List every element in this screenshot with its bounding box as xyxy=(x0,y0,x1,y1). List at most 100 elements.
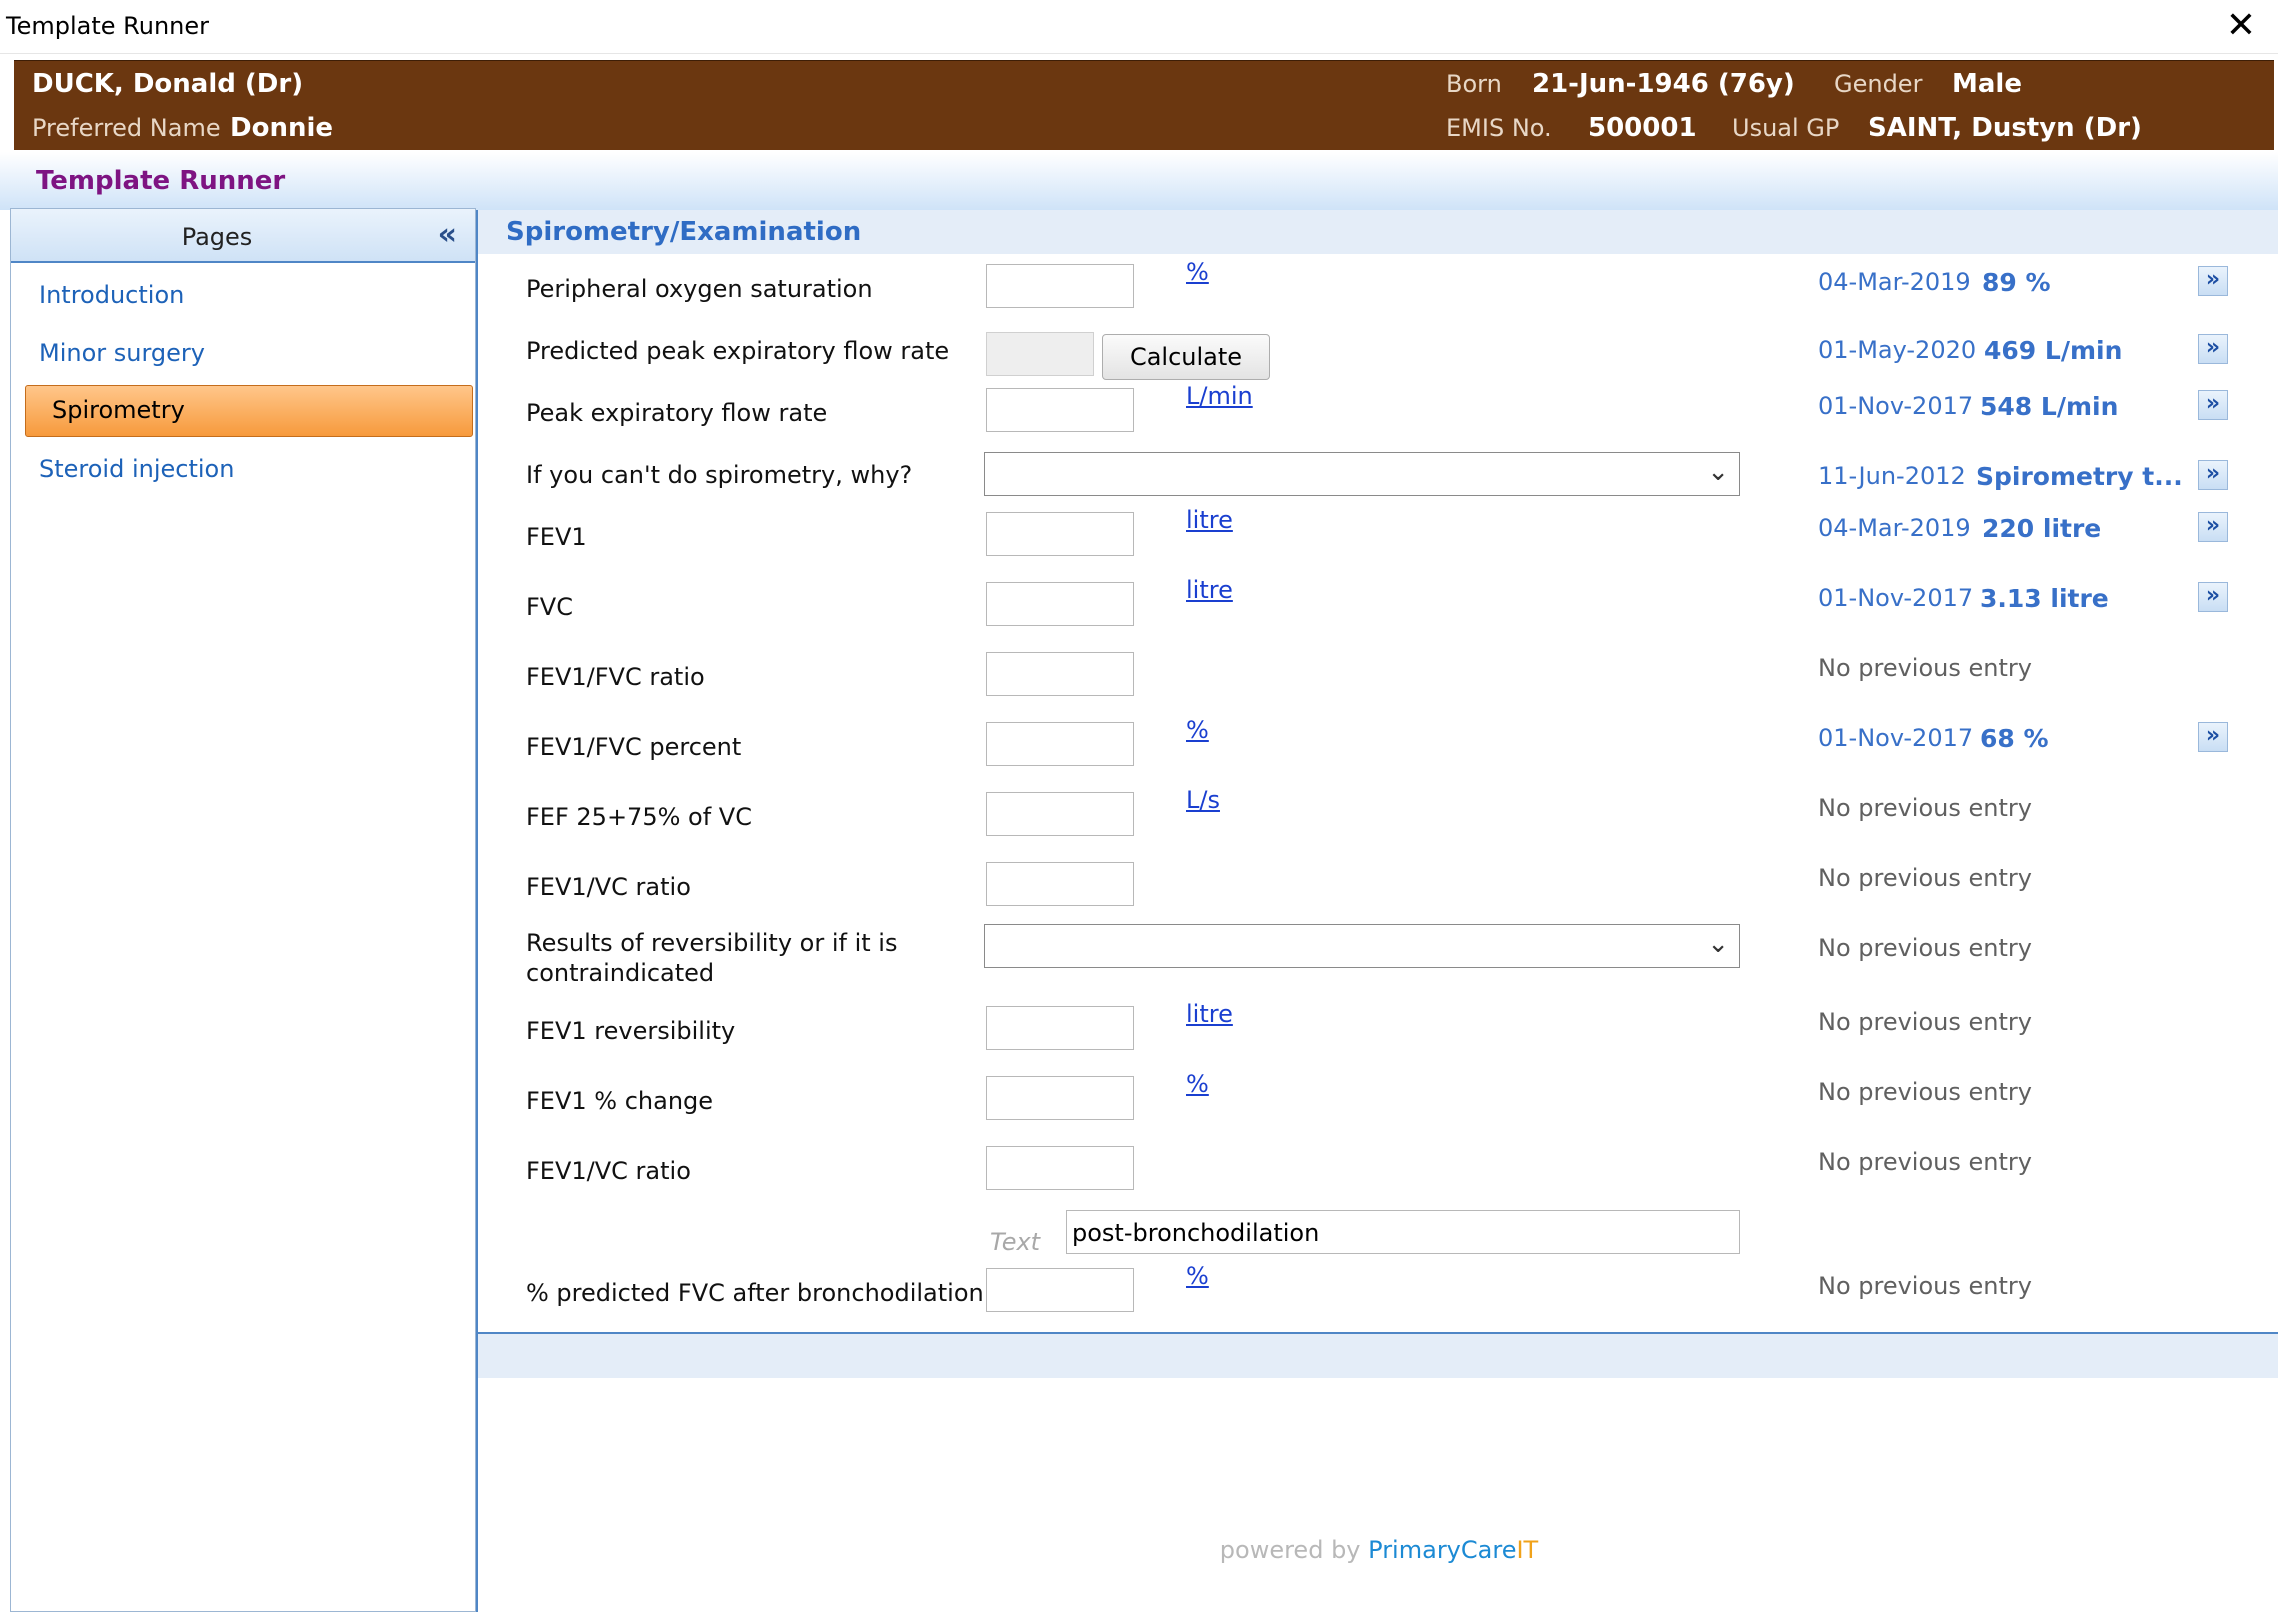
born-label: Born xyxy=(1446,70,1502,98)
pages-panel: Pages « Introduction Minor surgery Spiro… xyxy=(10,208,476,1612)
field-label: FEV1 reversibility xyxy=(526,1017,736,1045)
page-item-introduction[interactable]: Introduction xyxy=(39,281,184,309)
gender-label: Gender xyxy=(1834,70,1923,98)
powered-by: powered by PrimaryCareIT xyxy=(478,1536,2278,1564)
calculate-button[interactable]: Calculate xyxy=(1102,334,1270,380)
fev1-reversibility-input[interactable] xyxy=(986,1006,1134,1050)
field-label: Peripheral oxygen saturation xyxy=(526,275,873,303)
field-label-line2: contraindicated xyxy=(526,959,715,987)
fev1-input[interactable] xyxy=(986,512,1134,556)
page-item-minor-surgery[interactable]: Minor surgery xyxy=(39,339,205,367)
chevron-down-icon: ⌄ xyxy=(1707,929,1729,959)
field-label: FEV1/VC ratio xyxy=(526,1157,691,1185)
gender-value: Male xyxy=(1952,69,2022,99)
usual-gp-value: SAINT, Dustyn (Dr) xyxy=(1868,113,2142,143)
previous-entry-date: 04-Mar-2019 xyxy=(1818,514,1971,542)
unit-link[interactable]: litre xyxy=(1186,1000,1233,1028)
reversibility-dropdown[interactable]: ⌄ xyxy=(984,924,1740,968)
no-previous-entry: No previous entry xyxy=(1818,654,2032,682)
born-value: 21-Jun-1946 (76y) xyxy=(1532,69,1795,99)
close-icon[interactable]: ✕ xyxy=(2226,6,2256,46)
patient-name: DUCK, Donald (Dr) xyxy=(32,69,304,99)
field-label: FEV1/FVC percent xyxy=(526,733,742,761)
title-bar: Template Runner ✕ xyxy=(0,0,2278,54)
previous-entry-value: 89 % xyxy=(1982,268,2051,297)
field-label: FVC xyxy=(526,593,573,621)
preferred-name-label: Preferred Name xyxy=(32,114,221,142)
insert-previous-icon[interactable]: » xyxy=(2198,460,2228,490)
fef-input[interactable] xyxy=(986,792,1134,836)
field-label: FEF 25+75% of VC xyxy=(526,803,752,831)
page-item-spirometry[interactable]: Spirometry xyxy=(25,385,473,437)
fev1-fvc-percent-input[interactable] xyxy=(986,722,1134,766)
field-label: FEV1 xyxy=(526,523,587,551)
unit-link[interactable]: L/min xyxy=(1186,382,1253,410)
no-previous-entry: No previous entry xyxy=(1818,864,2032,892)
insert-previous-icon[interactable]: » xyxy=(2198,390,2228,420)
field-label: FEV1/VC ratio xyxy=(526,873,691,901)
insert-previous-icon[interactable]: » xyxy=(2198,266,2228,296)
page-item-spirometry-label: Spirometry xyxy=(52,396,185,424)
unit-link[interactable]: % xyxy=(1186,258,1209,286)
no-previous-entry: No previous entry xyxy=(1818,1148,2032,1176)
fev1-fvc-ratio-input[interactable] xyxy=(986,652,1134,696)
no-previous-entry: No previous entry xyxy=(1818,934,2032,962)
no-previous-entry: No previous entry xyxy=(1818,1272,2032,1300)
form-panel: Spirometry/Examination Peripheral oxygen… xyxy=(476,210,2278,1612)
no-previous-entry: No previous entry xyxy=(1818,1008,2032,1036)
previous-entry-value: 68 % xyxy=(1980,724,2049,753)
fev1-change-input[interactable] xyxy=(986,1076,1134,1120)
unit-link[interactable]: % xyxy=(1186,716,1209,744)
insert-previous-icon[interactable]: » xyxy=(2198,722,2228,752)
usual-gp-label: Usual GP xyxy=(1732,114,1840,142)
previous-entry-value: Spirometry t... xyxy=(1976,462,2183,491)
field-label: FEV1 % change xyxy=(526,1087,714,1115)
app-header: Template Runner xyxy=(0,152,2278,210)
field-label: If you can't do spirometry, why? xyxy=(526,461,913,489)
pefr-input[interactable] xyxy=(986,388,1134,432)
fev1-vc-ratio-input[interactable] xyxy=(986,862,1134,906)
brand-it: IT xyxy=(1516,1536,1539,1564)
predicted-pefr-input xyxy=(986,332,1094,376)
previous-entry-value: 3.13 litre xyxy=(1980,584,2109,613)
field-label: % predicted FVC after bronchodilation xyxy=(526,1279,984,1307)
unit-link[interactable]: % xyxy=(1186,1070,1209,1098)
previous-entry-date: 01-Nov-2017 xyxy=(1818,584,1974,612)
insert-previous-icon[interactable]: » xyxy=(2198,582,2228,612)
form-footer-bar xyxy=(478,1334,2278,1378)
preferred-name-value: Donnie xyxy=(230,113,334,143)
text-label: Text xyxy=(990,1228,1041,1256)
fvc-input[interactable] xyxy=(986,582,1134,626)
emis-number-value: 500001 xyxy=(1588,113,1697,143)
chevron-down-icon: ⌄ xyxy=(1707,457,1729,487)
spirometry-reason-dropdown[interactable]: ⌄ xyxy=(984,452,1740,496)
unit-link[interactable]: L/s xyxy=(1186,786,1220,814)
pages-title: Pages xyxy=(181,223,253,251)
unit-link[interactable]: litre xyxy=(1186,506,1233,534)
unit-link[interactable]: litre xyxy=(1186,576,1233,604)
patient-banner: DUCK, Donald (Dr) Preferred Name Donnie … xyxy=(14,60,2274,150)
field-label: Peak expiratory flow rate xyxy=(526,399,828,427)
powered-by-text: powered by xyxy=(1219,1536,1369,1564)
insert-previous-icon[interactable]: » xyxy=(2198,512,2228,542)
page-item-steroid-injection[interactable]: Steroid injection xyxy=(39,455,234,483)
previous-entry-date: 04-Mar-2019 xyxy=(1818,268,1971,296)
fev1-vc-ratio-input-2[interactable] xyxy=(986,1146,1134,1190)
brand-primarycare: PrimaryCare xyxy=(1368,1536,1517,1564)
previous-entry-value: 548 L/min xyxy=(1980,392,2119,421)
no-previous-entry: No previous entry xyxy=(1818,1078,2032,1106)
no-previous-entry: No previous entry xyxy=(1818,794,2032,822)
unit-link[interactable]: % xyxy=(1186,1262,1209,1290)
text-input[interactable]: post-bronchodilation xyxy=(1066,1210,1740,1254)
emis-number-label: EMIS No. xyxy=(1446,114,1552,142)
collapse-icon[interactable]: « xyxy=(438,217,457,252)
window-title: Template Runner xyxy=(6,12,210,40)
predicted-fvc-input[interactable] xyxy=(986,1268,1134,1312)
field-label: Results of reversibility or if it is xyxy=(526,929,898,957)
oxygen-saturation-input[interactable] xyxy=(986,264,1134,308)
previous-entry-date: 01-Nov-2017 xyxy=(1818,724,1974,752)
previous-entry-value: 220 litre xyxy=(1982,514,2102,543)
insert-previous-icon[interactable]: » xyxy=(2198,334,2228,364)
field-label: Predicted peak expiratory flow rate xyxy=(526,337,950,365)
section-header: Spirometry/Examination xyxy=(478,210,2278,254)
